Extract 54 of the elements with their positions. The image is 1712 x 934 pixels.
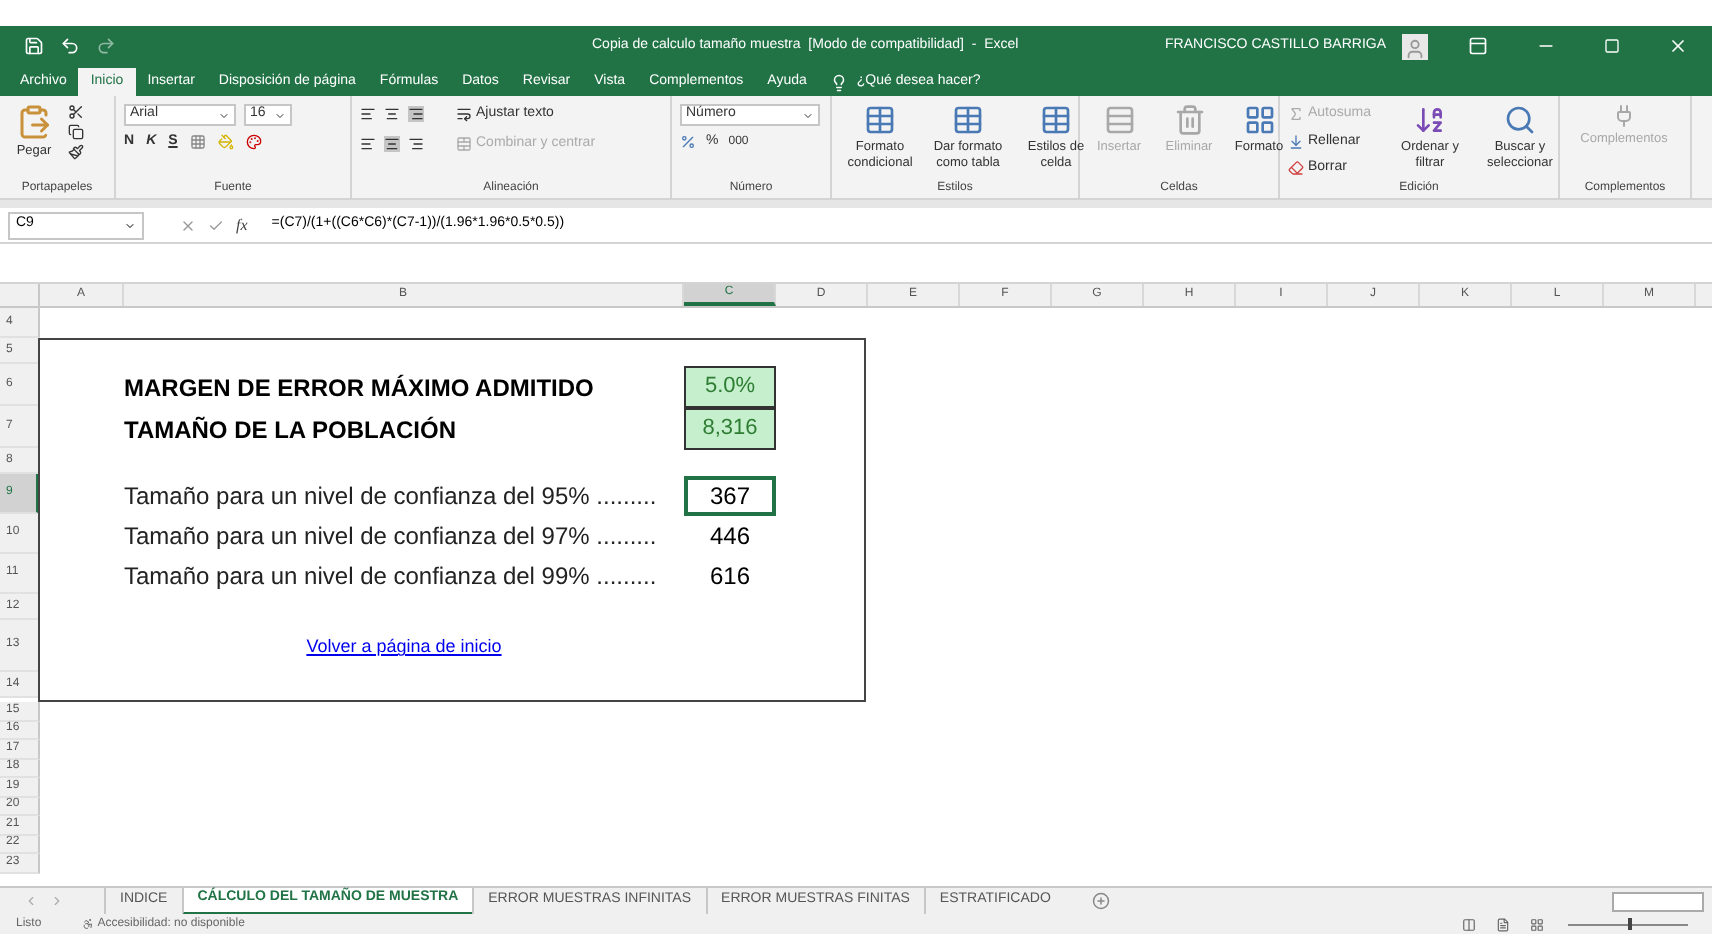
avatar-icon	[1402, 33, 1428, 59]
table-icon	[864, 104, 896, 136]
rows-icon	[1103, 104, 1135, 136]
format-painter-icon[interactable]	[68, 144, 84, 160]
copy-icon[interactable]	[68, 124, 84, 140]
wrap-text-icon	[456, 106, 472, 123]
align-left-icon[interactable]	[360, 135, 376, 152]
borders-icon[interactable]	[189, 134, 206, 151]
accessibility-icon	[81, 918, 94, 930]
align-middle-icon[interactable]	[384, 106, 400, 123]
label-cell-text: Tamaño para un nivel de confianza del 95% .........	[124, 480, 659, 514]
label-cell-text: MARGEN DE ERROR MÁXIMO ADMITIDO	[124, 371, 596, 405]
sort-icon	[1414, 104, 1446, 136]
eraser-icon	[1288, 160, 1304, 177]
input-cell[interactable]: 8,316	[684, 408, 776, 450]
ribbon-display-icon[interactable]	[1468, 36, 1488, 56]
result-cell[interactable]: 446	[684, 516, 776, 556]
add-sheet-icon[interactable]	[1092, 892, 1111, 910]
search-icon	[1504, 104, 1536, 136]
undo-icon[interactable]	[60, 36, 80, 56]
sigma-icon	[1288, 106, 1304, 123]
zoom-slider[interactable]	[1568, 918, 1688, 930]
label-cell-text: Tamaño para un nivel de confianza del 97% .........	[124, 520, 659, 554]
close-icon[interactable]	[1668, 36, 1688, 56]
grid-icon	[1243, 104, 1275, 136]
table-icon	[952, 104, 984, 136]
table-icon	[1040, 104, 1072, 136]
align-right-icon[interactable]	[408, 135, 424, 152]
page-layout-icon[interactable]	[1496, 917, 1510, 931]
restore-icon[interactable]	[1604, 38, 1620, 54]
result-cell[interactable]: 367	[684, 476, 776, 516]
align-bottom-icon[interactable]	[408, 106, 424, 123]
clipboard-icon	[16, 104, 52, 140]
lightbulb-icon[interactable]	[830, 73, 849, 91]
arrow-down-icon	[1288, 133, 1304, 150]
result-cell[interactable]: 616	[684, 556, 776, 596]
page-break-icon[interactable]	[1530, 917, 1544, 931]
insert-function-button[interactable]: fx	[236, 213, 248, 237]
horizontal-scrollbar[interactable]	[1612, 891, 1704, 911]
label-cell-text: TAMAÑO DE LA POBLACIÓN	[124, 413, 458, 447]
cancel-icon[interactable]	[180, 217, 196, 233]
enter-icon[interactable]	[208, 217, 224, 233]
label-cell-text: Tamaño para un nivel de confianza del 99% .........	[124, 560, 659, 594]
align-top-icon[interactable]	[360, 106, 376, 123]
normal-view-icon[interactable]	[1462, 917, 1476, 931]
input-cell[interactable]: 5.0%	[684, 366, 776, 408]
trash-icon	[1173, 104, 1205, 136]
save-icon[interactable]	[24, 36, 44, 56]
align-center-icon[interactable]	[384, 135, 400, 152]
cut-icon[interactable]	[68, 104, 84, 120]
fill-color-icon[interactable]	[217, 134, 234, 151]
home-link[interactable]: Volver a página de inicio	[306, 634, 502, 662]
merge-cells-icon	[456, 135, 472, 152]
plug-icon	[1612, 104, 1636, 128]
